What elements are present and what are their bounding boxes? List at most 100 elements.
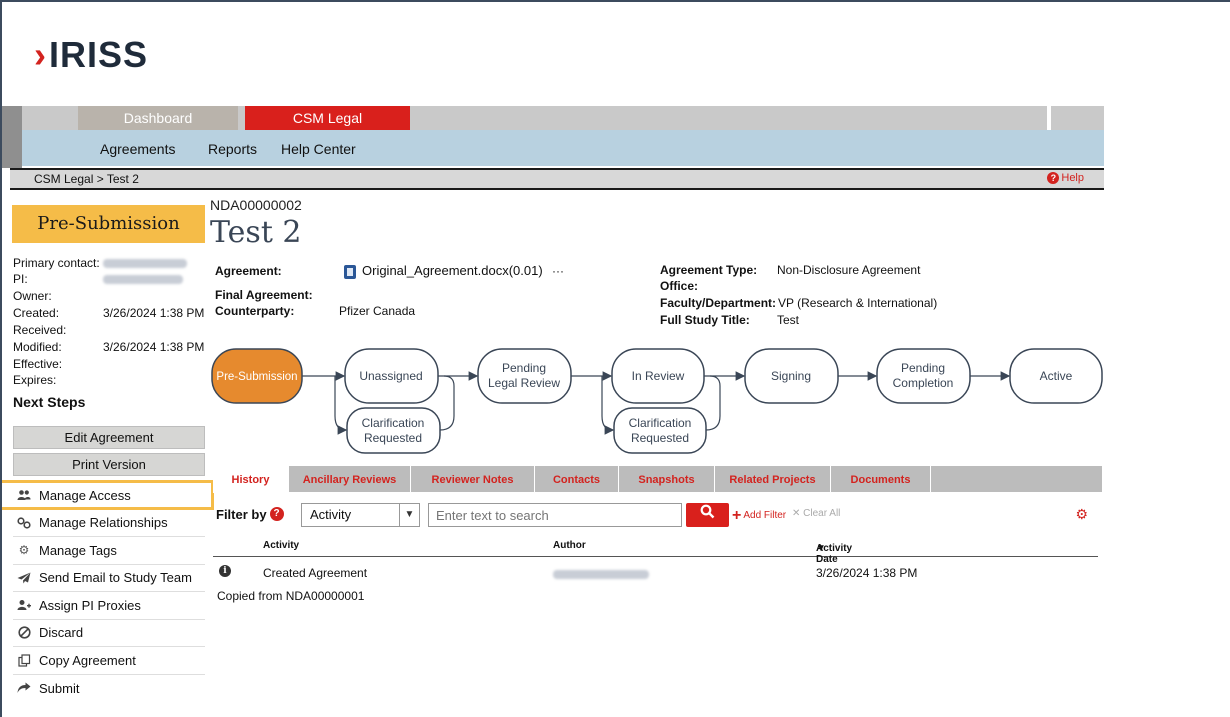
action-discard[interactable]: Discard [13,620,205,647]
clear-all-button[interactable]: ✕ Clear All [792,508,840,519]
redacted-author [553,570,649,579]
action-manage-tags[interactable]: ⚙ Manage Tags [13,537,205,565]
counterparty-label: Counterparty: [215,304,294,318]
meta-effective: Effective: [13,357,103,371]
tab-ancillary-reviews[interactable]: Ancillary Reviews [289,466,411,492]
logo-text: IRISS [49,34,149,75]
app-logo[interactable]: ›IRISS [34,34,148,76]
workflow-label: In Review [632,369,685,383]
help-icon[interactable]: ? [269,507,284,521]
info-icon[interactable]: i [219,565,231,577]
next-steps-heading: Next Steps [13,394,86,410]
filter-field-select[interactable]: Activity ▼ [301,503,420,527]
workflow-label-line2: Requested [631,431,689,445]
column-author[interactable]: Author [553,540,586,551]
cell-date: 3/26/2024 1:38 PM [816,566,918,580]
clear-all-label: Clear All [803,508,841,519]
status-badge: Pre-Submission [12,205,205,243]
action-manage-relationships[interactable]: Manage Relationships [13,510,205,537]
meta-label: Effective: [13,357,63,371]
workflow-label-line1: Pending [502,361,546,375]
agreement-file-link[interactable]: Original_Agreement.docx(0.01) ··· [344,263,564,279]
tab-csm-legal[interactable]: CSM Legal [245,106,410,130]
full-title-value: Test [777,313,800,327]
full-title-label: Full Study Title: [660,313,750,327]
tab-history[interactable]: History [213,466,289,493]
column-activity[interactable]: Activity [263,540,299,551]
workflow-label-line2: Requested [364,431,422,445]
agreement-type: Agreement Type: [660,263,757,277]
action-label: Submit [39,680,80,696]
meta-value: 3/26/2024 1:38 PM [103,306,205,320]
field-label: Final Agreement: [215,288,313,302]
tab-reviewer-notes[interactable]: Reviewer Notes [411,466,535,492]
agreement-type-value: Non-Disclosure Agreement [777,263,921,277]
workflow-diagram: Pre-Submission Unassigned Pending Legal … [211,348,1103,454]
meta-value: 3/26/2024 1:38 PM [103,340,205,354]
workflow-label-line1: Pending [901,361,945,375]
meta-label: Primary contact: [13,256,100,270]
workflow-label: Pre-Submission [216,371,297,383]
workflow-node-pending-legal-review: Pending Legal Review [477,348,572,404]
search-input[interactable] [428,503,682,527]
more-icon[interactable]: ··· [552,264,564,278]
meta-label: Created: [13,306,60,320]
workflow-node-unassigned: Unassigned [344,348,439,404]
breadcrumb-root[interactable]: CSM Legal [34,172,93,186]
tab-related-projects[interactable]: Related Projects [715,466,831,492]
plus-icon: + [732,507,742,524]
action-label: Assign PI Proxies [39,597,141,613]
share-arrow-icon [13,682,35,694]
counterparty-value: Pfizer Canada [339,304,416,318]
subnav-help-center[interactable]: Help Center [281,130,356,166]
help-link[interactable]: ? Help [1047,172,1084,184]
agreement-file-name: Original_Agreement.docx(0.01) [362,263,543,278]
workflow-label-line2: Completion [893,376,954,390]
workflow-label-line1: Clarification [362,416,425,430]
breadcrumb-separator: > [96,172,104,186]
actions-list: Manage Access Manage Relationships ⚙ Man… [13,482,205,702]
column-label: Activity Date [816,543,853,565]
add-filter-button[interactable]: + Add Filter [732,507,786,525]
action-submit[interactable]: Submit [13,675,205,703]
meta-expires: Expires: [13,373,103,387]
help-label: Help [1061,172,1084,184]
user-plus-icon [13,599,35,611]
agreement-label: Agreement: [215,264,282,278]
tab-snapshots[interactable]: Snapshots [619,466,715,492]
settings-gear-icon[interactable]: ⚙ [1075,506,1088,523]
gear-icon: ⚙ [18,543,30,558]
workflow-label: Signing [771,369,811,383]
tab-dashboard[interactable]: Dashboard [78,106,238,130]
tab-contacts[interactable]: Contacts [535,466,619,492]
meta-label: Received: [13,323,67,337]
record-id: NDA00000002 [210,197,302,213]
row-note: Copied from NDA00000001 [217,589,365,603]
print-version-button[interactable]: Print Version [13,453,205,476]
edit-agreement-button[interactable]: Edit Agreement [13,426,205,449]
chevron-down-icon: ▼ [399,504,419,526]
close-icon: ✕ [792,508,801,519]
cell-activity: Created Agreement [263,566,368,580]
subnav-reports[interactable]: Reports [208,130,257,166]
action-assign-pi-proxies[interactable]: Assign PI Proxies [13,592,205,620]
subnav-agreements[interactable]: Agreements [100,130,175,166]
search-button[interactable] [686,503,729,527]
filter-label: Filter by? [216,507,284,522]
paper-plane-icon [13,572,35,584]
workflow-label-line1: Clarification [629,416,692,430]
breadcrumb: CSM Legal > Test 2 ? Help [10,168,1104,190]
tab-documents[interactable]: Documents [831,466,931,492]
table-row: i Created Agreement 3/26/2024 1:38 PM [213,563,1098,583]
search-icon [700,504,715,519]
action-copy-agreement[interactable]: Copy Agreement [13,647,205,675]
redacted-name [103,259,188,269]
action-send-email[interactable]: Send Email to Study Team [13,565,205,592]
workflow-node-in-review: In Review [611,348,705,404]
workflow-node-pending-completion: Pending Completion [876,348,971,404]
workflow-node-signing: Signing [744,348,839,404]
breadcrumb-path: CSM Legal > Test 2 [34,172,139,186]
help-icon: ? [1047,172,1060,184]
field-label: Full Study Title: [660,313,750,327]
meta-created: Created: 3/26/2024 1:38 PM [13,306,204,320]
